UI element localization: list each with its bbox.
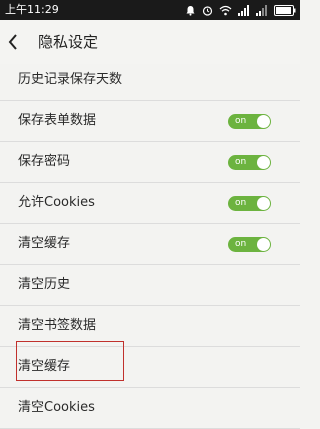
toggle-knob (257, 238, 270, 251)
toggle-label: on (235, 239, 247, 249)
status-icons (185, 3, 296, 17)
setting-save-password[interactable]: 保存密码 on (0, 142, 300, 183)
setting-label: 允许Cookies (18, 195, 95, 210)
setting-label: 保存表单数据 (18, 113, 97, 128)
status-bar: 上午11:29 (0, 0, 300, 20)
setting-clear-cookies[interactable]: 清空Cookies (0, 388, 300, 429)
toggle-label: on (235, 157, 247, 167)
setting-history-days[interactable]: 历史记录保存天数 (0, 60, 300, 101)
status-time: 上午11:29 (5, 3, 59, 16)
setting-label: 清空书签数据 (18, 318, 97, 333)
setting-save-form-data[interactable]: 保存表单数据 on (0, 101, 300, 142)
page-title: 隐私设定 (38, 33, 99, 51)
battery-icon (274, 4, 296, 16)
toggle-switch[interactable]: on (228, 237, 271, 252)
toggle-switch[interactable]: on (228, 155, 271, 170)
chevron-left-icon[interactable] (6, 32, 20, 52)
notification-bell-icon (186, 5, 195, 16)
setting-allow-cookies[interactable]: 允许Cookies on (0, 183, 300, 224)
toggle-knob (257, 197, 270, 210)
header: 隐私设定 (0, 20, 300, 64)
toggle-switch[interactable]: on (228, 196, 271, 211)
signal-icon (238, 4, 249, 16)
setting-label: 保存密码 (18, 154, 71, 169)
setting-label: 历史记录保存天数 (18, 72, 123, 87)
setting-clear-cache-on-exit[interactable]: 清空缓存 on (0, 224, 300, 265)
toggle-label: on (235, 116, 247, 126)
toggle-label: on (235, 198, 247, 208)
setting-label: 清空缓存 (18, 236, 71, 251)
toggle-knob (257, 156, 270, 169)
highlight-box (16, 341, 124, 381)
wifi-icon (219, 5, 232, 15)
setting-label: 清空Cookies (18, 400, 95, 415)
setting-clear-history[interactable]: 清空历史 (0, 265, 300, 306)
toggle-switch[interactable]: on (228, 114, 271, 129)
toggle-knob (257, 115, 270, 128)
setting-label: 清空历史 (18, 277, 71, 292)
alarm-icon (202, 5, 213, 16)
signal-icon (256, 4, 267, 16)
